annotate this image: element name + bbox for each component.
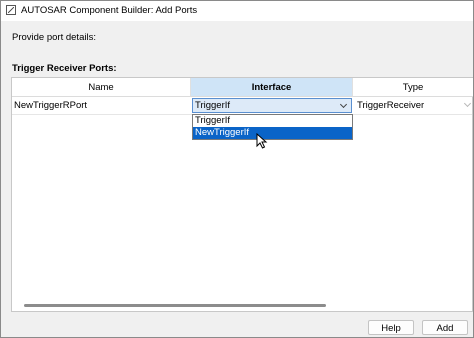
dropdown-option-triggerif[interactable]: TriggerIf bbox=[193, 115, 352, 127]
mouse-cursor-icon bbox=[256, 133, 268, 149]
port-name-cell[interactable]: NewTriggerRPort bbox=[14, 100, 87, 111]
prompt-label: Provide port details: bbox=[12, 32, 96, 43]
interface-select-value: TriggerIf bbox=[195, 100, 231, 111]
port-type-cell[interactable]: TriggerReceiver bbox=[357, 100, 424, 111]
help-button[interactable]: Help bbox=[368, 320, 414, 335]
column-header-name[interactable]: Name bbox=[12, 78, 191, 97]
app-icon bbox=[6, 5, 16, 15]
title-bar: AUTOSAR Component Builder: Add Ports bbox=[1, 1, 473, 21]
table-row[interactable]: NewTriggerRPort TriggerIf TriggerReceive… bbox=[12, 97, 472, 115]
section-title: Trigger Receiver Ports: bbox=[12, 63, 117, 74]
column-header-interface[interactable]: Interface bbox=[191, 78, 353, 97]
add-button[interactable]: Add bbox=[422, 320, 468, 335]
chevron-down-icon[interactable] bbox=[463, 99, 472, 108]
column-header-type[interactable]: Type bbox=[353, 78, 473, 97]
chevron-down-icon[interactable] bbox=[339, 100, 348, 109]
dialog-window: AUTOSAR Component Builder: Add Ports Pro… bbox=[0, 0, 474, 338]
interface-dropdown-list: TriggerIf NewTriggerIf bbox=[192, 114, 353, 140]
ports-table: Name Interface Type NewTriggerRPort Trig… bbox=[11, 77, 473, 312]
interface-select[interactable]: TriggerIf bbox=[192, 98, 352, 113]
dropdown-option-newtriggerif[interactable]: NewTriggerIf bbox=[193, 127, 352, 139]
horizontal-scrollbar[interactable] bbox=[24, 304, 326, 307]
window-title: AUTOSAR Component Builder: Add Ports bbox=[21, 5, 198, 16]
